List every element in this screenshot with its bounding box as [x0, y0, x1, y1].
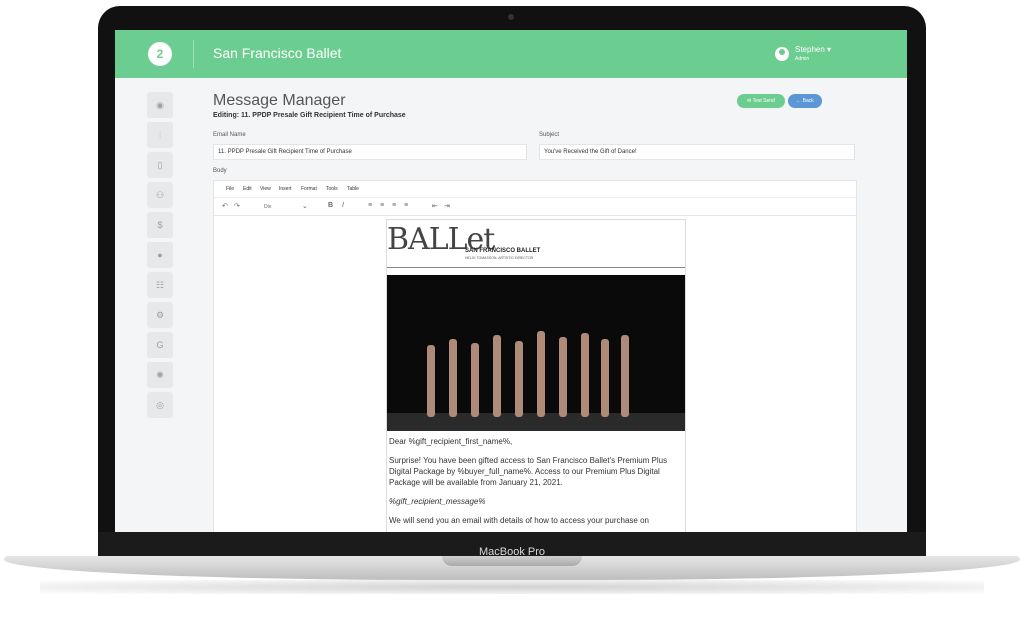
menu-tools[interactable]: Tools	[326, 186, 338, 192]
align-left-icon[interactable]: ≡	[368, 202, 372, 209]
dollar-icon: $	[157, 220, 163, 230]
app-title: San Francisco Ballet	[213, 45, 342, 61]
artistic-director: HELGI TOMASSON, ARTISTIC DIRECTOR	[465, 256, 534, 260]
page-title: Message Manager	[213, 92, 346, 109]
menu-file[interactable]: File	[226, 186, 234, 192]
header-divider	[193, 40, 194, 68]
mobile-icon: ▯	[157, 159, 163, 170]
chevron-down-icon[interactable]: ⌄	[302, 202, 308, 210]
dancer-figure	[427, 345, 435, 417]
dancer-figure	[537, 331, 545, 417]
subject-label: Subject	[539, 132, 560, 138]
info-icon: ●	[157, 250, 163, 260]
sidebar-item-g[interactable]: G	[147, 332, 173, 358]
page-subtitle: Editing: 11. PPDP Presale Gift Recipient…	[213, 112, 406, 119]
dancer-figure	[515, 341, 523, 417]
dancers-photo	[387, 275, 685, 431]
block-format-select[interactable]: Div	[264, 204, 271, 210]
sidebar: ◉ ⫶ ▯ ⚇ $ ● ☷ ⚙ G ✺ ◎	[147, 92, 173, 422]
gear-icon: ✺	[156, 369, 164, 380]
align-justify-icon[interactable]: ≡	[404, 202, 408, 209]
dancer-figure	[559, 337, 567, 417]
sidebar-item-dashboard[interactable]: ◉	[147, 92, 173, 118]
dancer-figure	[581, 333, 589, 417]
email-body: Dear %gift_recipient_first_name%, Surpri…	[389, 436, 679, 532]
laptop-notch	[442, 556, 582, 566]
user-name: Stephen ▾	[795, 45, 832, 54]
dashboard-icon: ◉	[156, 99, 164, 110]
settings-icon: ⚙	[155, 309, 165, 320]
sidebar-item-settings[interactable]: ⚙	[147, 302, 173, 328]
align-right-icon[interactable]: ≡	[392, 202, 396, 209]
dancer-figure	[471, 343, 479, 417]
redo-icon[interactable]: ↷	[234, 202, 240, 210]
screen: 2 San Francisco Ballet Stephen ▾ Admin ◉…	[115, 30, 907, 532]
dancer-figure	[493, 335, 501, 417]
paragraph-1: Surprise! You have been gifted access to…	[389, 456, 668, 487]
gift-message-tag: %gift_recipient_message%	[389, 497, 486, 506]
test-send-button[interactable]: ✉ Test Send	[737, 94, 785, 108]
user-role: Admin	[795, 56, 810, 62]
menu-table[interactable]: Table	[347, 186, 359, 192]
menu-insert[interactable]: Insert	[279, 186, 292, 192]
org-name: SAN FRANCISCO BALLET	[465, 248, 541, 254]
chart-icon: ⫶	[158, 129, 162, 140]
email-preview: BALLet SAN FRANCISCO BALLET HELGI TOMASS…	[386, 219, 686, 532]
undo-icon[interactable]: ↶	[222, 202, 228, 210]
indent-icon[interactable]: ⇥	[444, 202, 450, 210]
paragraph-2: We will send you an email with details o…	[389, 516, 649, 525]
editor-menubar: File Edit View Insert Format Tools Table	[214, 181, 856, 198]
dancer-figure	[449, 339, 457, 417]
dancer-figure	[621, 335, 629, 417]
dancer-figure	[601, 339, 609, 417]
sidebar-item-users[interactable]: ⚇	[147, 182, 173, 208]
sidebar-item-info[interactable]: ●	[147, 242, 173, 268]
sidebar-item-config[interactable]: ✺	[147, 362, 173, 388]
top-navbar: 2 San Francisco Ballet Stephen ▾ Admin	[115, 30, 907, 78]
body-label: Body	[213, 168, 227, 174]
user-avatar-icon	[775, 47, 789, 61]
menu-format[interactable]: Format	[301, 186, 317, 192]
outdent-icon[interactable]: ⇤	[432, 202, 438, 210]
g-icon: G	[156, 340, 164, 350]
subject-input[interactable]: You've Received the Gift of Dance!	[539, 144, 855, 160]
menu-edit[interactable]: Edit	[243, 186, 252, 192]
report-icon: ☷	[155, 279, 165, 290]
users-icon: ⚇	[155, 189, 165, 200]
sidebar-item-sales[interactable]: $	[147, 212, 173, 238]
sidebar-item-analytics[interactable]: ⫶	[147, 122, 173, 148]
editor-toolbar: ↶ ↷ Div ⌄ B I ≡ ≡ ≡ ≡ ⇤ ⇥	[214, 199, 856, 216]
user-circle-icon: ◎	[156, 399, 164, 410]
camera	[508, 14, 514, 20]
app-logo[interactable]: 2	[148, 42, 172, 66]
menu-view[interactable]: View	[260, 186, 271, 192]
italic-button[interactable]: I	[342, 202, 344, 209]
header-rule	[387, 267, 685, 268]
sidebar-item-account[interactable]: ◎	[147, 392, 173, 418]
rich-text-editor[interactable]: File Edit View Insert Format Tools Table…	[213, 180, 857, 532]
sidebar-item-reports[interactable]: ☷	[147, 272, 173, 298]
align-center-icon[interactable]: ≡	[380, 202, 384, 209]
sidebar-item-mobile[interactable]: ▯	[147, 152, 173, 178]
back-button[interactable]: ← Back	[788, 94, 822, 108]
email-name-label: Email Name	[213, 132, 246, 138]
email-name-input[interactable]: 11. PPDP Presale Gift Recipient Time of …	[213, 144, 527, 160]
bold-button[interactable]: B	[328, 202, 333, 209]
greeting: Dear %gift_recipient_first_name%,	[389, 437, 513, 446]
laptop-shadow	[40, 580, 984, 594]
